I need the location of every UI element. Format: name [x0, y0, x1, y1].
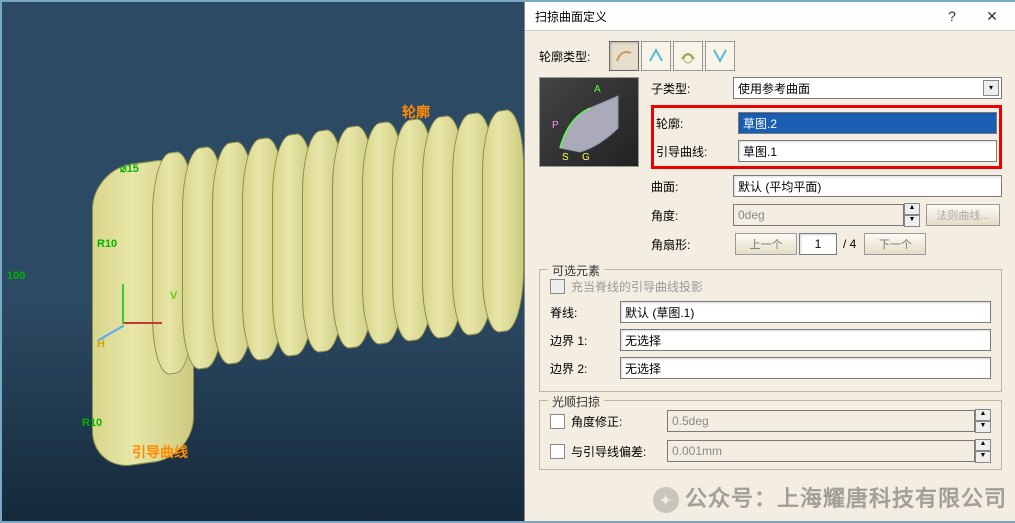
surface-label: 曲面: — [651, 178, 733, 195]
svg-text:P: P — [552, 120, 559, 131]
swept-part — [62, 92, 522, 442]
profile-type-circle-icon[interactable] — [673, 41, 703, 71]
angle-input[interactable]: 0deg — [733, 204, 904, 226]
guide-deviation-label: 与引导线偏差: — [571, 443, 667, 460]
close-button[interactable]: ✕ — [972, 4, 1012, 28]
next-sector-button[interactable]: 下一个 — [864, 233, 926, 255]
angle-label: 角度: — [651, 207, 733, 224]
profile-type-conic-icon[interactable] — [705, 41, 735, 71]
optional-legend: 可选元素 — [548, 262, 604, 279]
dimension-height: 100 — [7, 270, 25, 282]
axis-v-label: V — [170, 290, 177, 302]
profile-label: 轮廓: — [656, 115, 738, 132]
spine-label: 脊线: — [550, 304, 620, 321]
label-guide: 引导曲线 — [132, 442, 188, 462]
angle-spinner[interactable]: ▲▼ — [904, 203, 920, 227]
svg-text:S: S — [562, 152, 569, 163]
law-curve-button[interactable]: 法则曲线... — [926, 204, 1000, 226]
profile-thumbnail: A P S G — [539, 77, 639, 167]
boundary1-field[interactable]: 无选择 — [620, 329, 991, 351]
angle-correction-checkbox[interactable] — [550, 414, 565, 429]
surface-field[interactable]: 默认 (平均平面) — [733, 175, 1002, 197]
dialog-titlebar[interactable]: 扫掠曲面定义 ? ✕ — [525, 2, 1015, 31]
profile-type-label: 轮廓类型: — [539, 48, 609, 65]
projection-label: 充当脊线的引导曲线投影 — [571, 278, 703, 295]
angle-correction-input: 0.5deg — [667, 410, 975, 432]
svg-text:G: G — [582, 152, 590, 163]
dialog-title: 扫掠曲面定义 — [529, 8, 932, 25]
prev-sector-button[interactable]: 上一个 — [735, 233, 797, 255]
spine-field[interactable]: 默认 (草图.1) — [620, 301, 991, 323]
projection-checkbox — [550, 279, 565, 294]
watermark: ✦公众号：上海耀唐科技有限公司 — [653, 481, 1007, 513]
compass-x — [122, 322, 162, 324]
profile-type-explicit-icon[interactable] — [609, 41, 639, 71]
boundary2-label: 边界 2: — [550, 360, 620, 377]
guide-deviation-checkbox[interactable] — [550, 444, 565, 459]
label-profile: 轮廓 — [402, 102, 430, 122]
guide-field[interactable]: 草图.1 — [738, 140, 997, 162]
guide-deviation-input: 0.001mm — [667, 440, 975, 462]
dimension-r10-1: R10 — [97, 238, 117, 250]
chevron-down-icon: ▾ — [983, 80, 999, 96]
angle-sector-label: 角扇形: — [651, 236, 733, 253]
viewport-3d[interactable]: 100 R10 R10 ⌀15 轮廓 引导曲线 H V — [2, 2, 524, 521]
boundary2-field[interactable]: 无选择 — [620, 357, 991, 379]
help-button[interactable]: ? — [932, 4, 972, 28]
dimension-d15: ⌀15 — [120, 162, 139, 175]
profile-field[interactable]: 草图.2 — [738, 112, 997, 134]
smooth-legend: 光顺扫掠 — [548, 393, 604, 410]
dimension-r10-2: R10 — [82, 417, 102, 429]
subtype-label: 子类型: — [651, 80, 733, 97]
sector-total: / 4 — [843, 237, 856, 251]
wechat-icon: ✦ — [653, 487, 679, 513]
angle-correction-label: 角度修正: — [571, 413, 667, 430]
subtype-value: 使用参考曲面 — [738, 80, 810, 97]
smooth-sweep-section: 光顺扫掠 角度修正: 0.5deg▲▼ 与引导线偏差: 0.001mm▲▼ — [539, 400, 1002, 470]
boundary1-label: 边界 1: — [550, 332, 620, 349]
sweep-dialog: 扫掠曲面定义 ? ✕ 轮廓类型: A P S — [524, 2, 1015, 521]
sector-value: 1 — [799, 233, 837, 255]
compass-y — [122, 284, 124, 324]
highlighted-fields: 轮廓: 草图.2 引导曲线: 草图.1 — [651, 105, 1002, 169]
guide-label: 引导曲线: — [656, 143, 738, 160]
optional-elements-section: 可选元素 充当脊线的引导曲线投影 脊线: 默认 (草图.1) 边界 1: 无选择… — [539, 269, 1002, 392]
guide-deviation-spinner: ▲▼ — [975, 439, 991, 463]
angle-correction-spinner: ▲▼ — [975, 409, 991, 433]
svg-text:A: A — [594, 84, 601, 95]
subtype-select[interactable]: 使用参考曲面 ▾ — [733, 77, 1002, 99]
profile-type-line-icon[interactable] — [641, 41, 671, 71]
